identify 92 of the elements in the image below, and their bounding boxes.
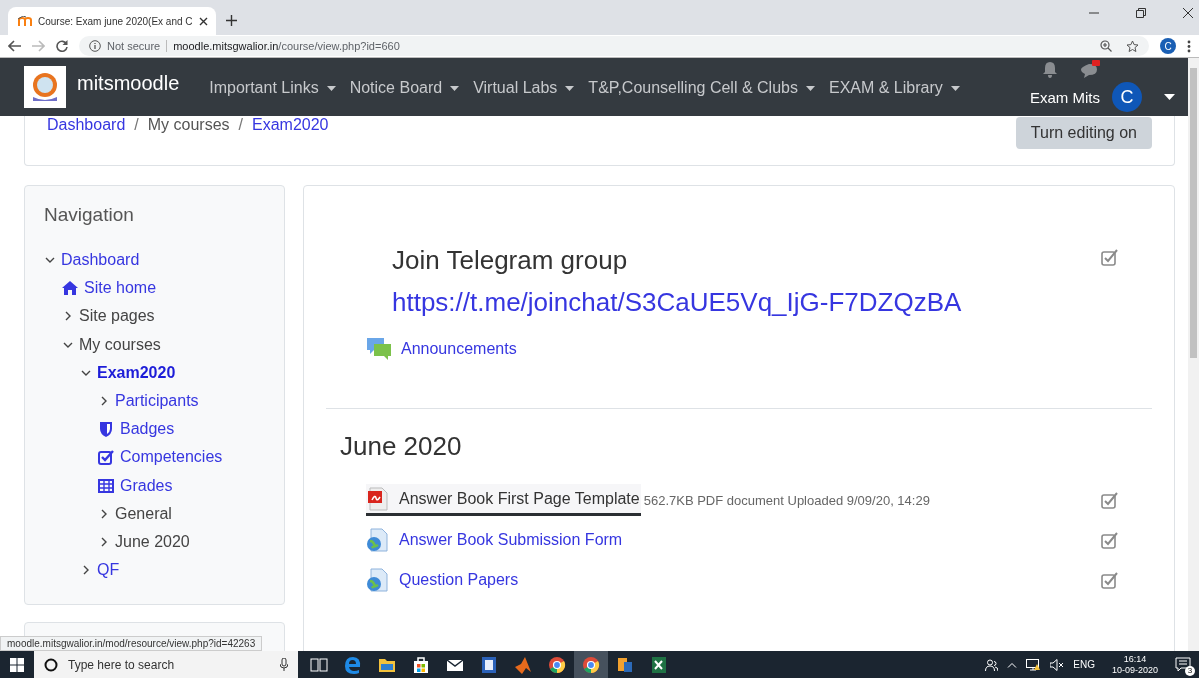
taskbar-search-field[interactable]: Type here to search [34, 651, 298, 678]
browser-tab[interactable]: Course: Exam june 2020(Ex and C [8, 7, 216, 35]
scrollbar[interactable] [1188, 58, 1199, 651]
activity-name: Answer Book First Page Template [399, 489, 640, 508]
clock[interactable]: 16:14 10-09-2020 [1111, 653, 1158, 676]
block-title: Navigation [44, 204, 135, 226]
completion-checked-icon[interactable] [1101, 531, 1118, 549]
caret-icon [450, 85, 460, 91]
status-url: moodle.mitsgwalior.in/mod/resource/view.php?id=42263 [0, 636, 263, 651]
table-icon [98, 478, 114, 493]
completion-checked-icon[interactable] [1101, 571, 1118, 589]
caret-icon [326, 85, 336, 91]
navigation-item[interactable]: Competencies [120, 448, 223, 467]
security-label: Not secure [107, 40, 168, 52]
logo-icon[interactable] [24, 66, 66, 108]
activity-details: 562.7KB PDF document Uploaded 9/09/20, 14:29 [643, 492, 930, 508]
breadcrumb-separator: / [238, 116, 243, 134]
microphone-icon[interactable] [280, 658, 288, 671]
activity-name: Question Papers [399, 571, 519, 589]
home-icon [62, 281, 78, 296]
speech-bubbles-icon [366, 337, 392, 361]
telegram-link[interactable]: https://t.me/joinchat/S3CaUE5Vq_IjG-F7DZQzBA [392, 285, 962, 319]
pdf-file-icon [366, 486, 390, 511]
navbar-menu[interactable]: Virtual Labs [473, 79, 575, 97]
navbar-menu[interactable]: EXAM & Library [828, 79, 960, 97]
navigation-item[interactable]: Participants [115, 392, 199, 411]
globe-page-icon [366, 528, 390, 552]
caret-icon [565, 85, 575, 91]
navigation-item[interactable]: General [115, 504, 172, 523]
notification-icon [1175, 657, 1191, 672]
user-avatar[interactable]: C [1112, 82, 1142, 112]
navigation-item[interactable]: QF [97, 561, 120, 580]
profile-avatar[interactable]: C [1160, 38, 1176, 54]
close-icon[interactable] [1183, 8, 1193, 18]
shield-icon [98, 421, 114, 438]
activity-link[interactable]: Answer Book First Page Template [366, 484, 641, 516]
close-tab-icon[interactable] [198, 16, 208, 26]
checkbox-icon [98, 449, 114, 466]
label-heading: Join Telegram group [392, 244, 629, 277]
activity-link[interactable]: Answer Book Submission Form [366, 524, 624, 556]
chrome-app-icon[interactable] [574, 651, 608, 678]
globe-page-icon [366, 568, 390, 592]
caret-icon[interactable] [1164, 94, 1175, 100]
windows-start-icon[interactable] [10, 657, 24, 672]
breadcrumb-separator: / [134, 116, 139, 134]
activity-link[interactable]: Announcements [366, 333, 518, 365]
back-icon[interactable] [8, 40, 21, 52]
navbar-menu[interactable]: Notice Board [349, 79, 460, 97]
chat-icon[interactable] [1080, 60, 1102, 78]
navigation-item[interactable]: My courses [79, 335, 161, 354]
breadcrumb-link[interactable]: Dashboard [47, 116, 126, 134]
moodle-favicon-icon [18, 16, 32, 26]
star-icon[interactable] [1126, 39, 1139, 53]
breadcrumb-link[interactable]: My courses [147, 116, 230, 134]
network-icon[interactable] [1026, 658, 1042, 671]
search-icon [44, 657, 58, 672]
caret-icon [950, 85, 960, 91]
menu-icon[interactable] [1187, 39, 1191, 53]
activity-name: Answer Book Submission Form [399, 531, 623, 549]
caret-icon [805, 85, 815, 91]
completion-checked-icon[interactable] [1101, 249, 1118, 266]
section-title: June 2020 [340, 430, 463, 463]
chevron-up-icon[interactable] [1007, 661, 1018, 668]
activity-name: Announcements [401, 340, 517, 358]
bell-icon[interactable] [1042, 60, 1058, 78]
address-field[interactable]: Not secure moodle.mitsgwalior.in/course/view.php?id=660 [79, 36, 1149, 56]
restore-icon[interactable] [1136, 8, 1146, 18]
navigation-item[interactable]: Badges [120, 420, 175, 439]
reload-icon[interactable] [56, 40, 68, 52]
speaker-muted-icon[interactable] [1050, 658, 1065, 671]
activity-link[interactable]: Question Papers [366, 564, 520, 596]
url-host: moodle.mitsgwalior.in [173, 40, 279, 52]
site-name[interactable]: mitsmoodle [77, 71, 180, 95]
user-name[interactable]: Exam Mits [1030, 88, 1100, 106]
navigation-item[interactable]: Grades [120, 476, 173, 495]
navigation-item[interactable]: Site pages [79, 307, 155, 326]
breadcrumb-link[interactable]: Exam2020 [252, 116, 329, 134]
info-icon [89, 40, 101, 52]
navigation-item[interactable]: June 2020 [115, 532, 190, 551]
navbar-menu[interactable]: T&P,Counselling Cell & Clubs [588, 79, 815, 97]
navbar-menu[interactable]: Important Links [209, 79, 336, 97]
zoom-icon[interactable] [1100, 40, 1112, 52]
completion-checked-icon[interactable] [1101, 491, 1118, 509]
navigation-item[interactable]: Exam2020 [97, 363, 176, 382]
navigation-item[interactable]: Dashboard [61, 251, 140, 270]
tab-title: Course: Exam june 2020(Ex and C [38, 15, 193, 27]
new-tab-icon[interactable] [225, 15, 237, 26]
people-icon[interactable] [985, 658, 999, 671]
turn-editing-on-button[interactable]: Turn editing on [1015, 117, 1152, 149]
url-path: /course/view.php?id=660 [278, 40, 400, 52]
navigation-item[interactable]: Site home [84, 279, 157, 298]
language-indicator[interactable]: ENG [1073, 659, 1095, 670]
